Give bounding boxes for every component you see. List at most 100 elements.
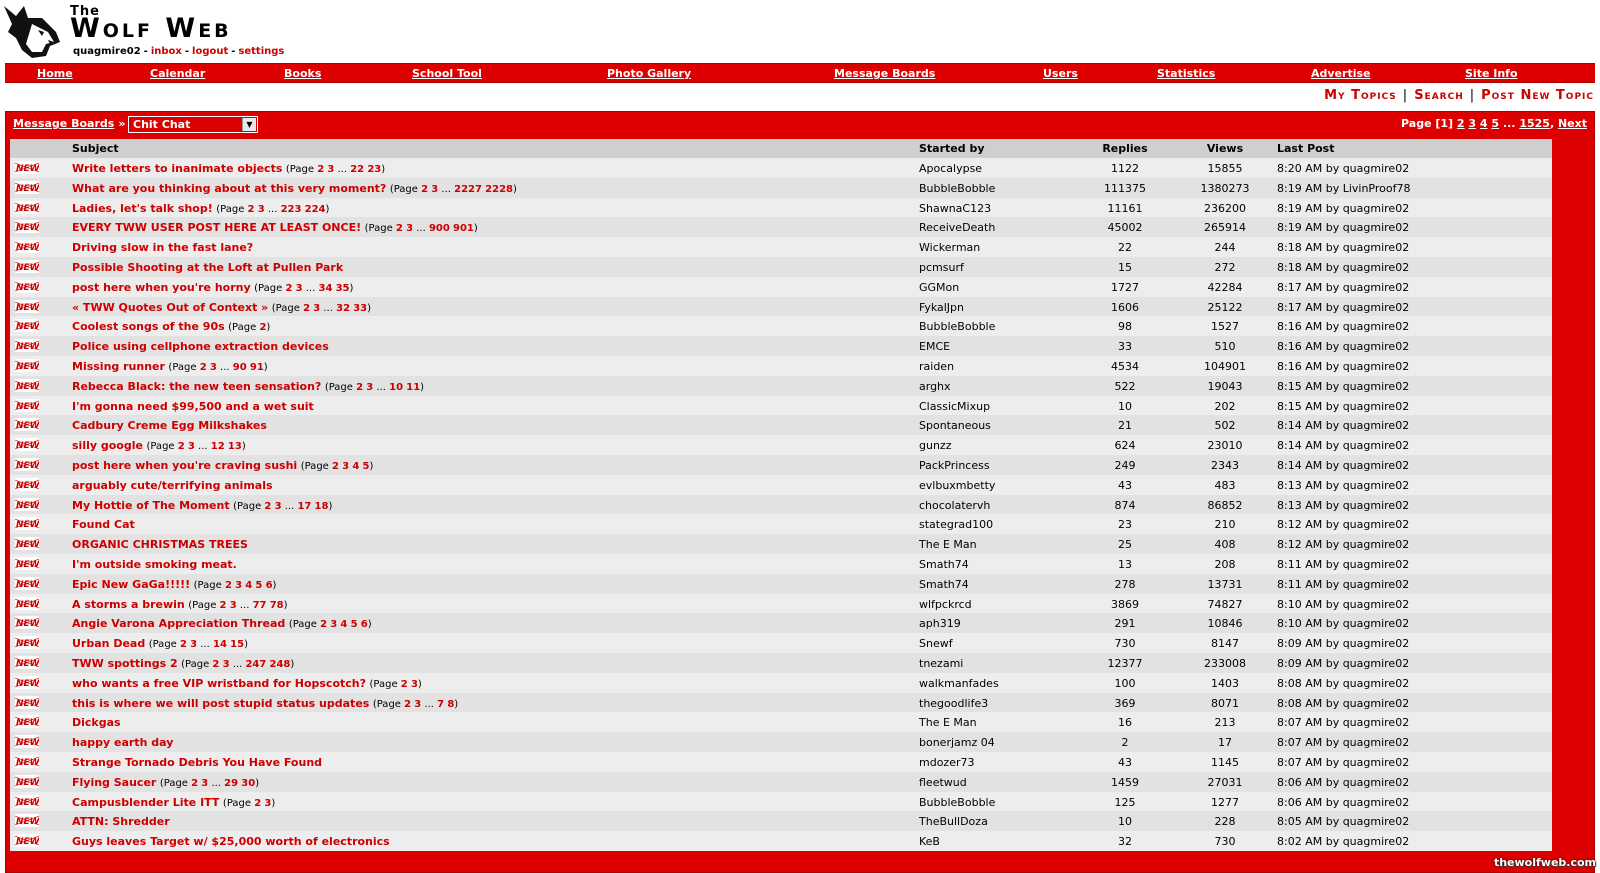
- topic-starter[interactable]: mdozer73: [919, 756, 975, 769]
- nav-advertise[interactable]: Advertise: [1311, 67, 1370, 80]
- topic-pages[interactable]: (Page 2 3 ... 17 18): [233, 501, 332, 512]
- topic-starter[interactable]: ReceiveDeath: [919, 221, 995, 234]
- chevron-down-icon[interactable]: ▼: [242, 118, 256, 131]
- topic-link[interactable]: Urban Dead: [72, 637, 145, 650]
- site-title[interactable]: Wolf Web: [70, 13, 232, 44]
- col-last-post[interactable]: Last Post: [1277, 142, 1335, 155]
- topic-link[interactable]: Flying Saucer: [72, 776, 156, 789]
- topic-last-post[interactable]: 8:19 AM by quagmire02: [1277, 202, 1409, 215]
- topic-starter[interactable]: EMCE: [919, 340, 950, 353]
- topic-last-post[interactable]: 8:07 AM by quagmire02: [1277, 716, 1409, 729]
- topic-starter[interactable]: BubbleBobble: [919, 182, 995, 195]
- topic-link[interactable]: What are you thinking about at this very…: [72, 182, 386, 195]
- nav-books[interactable]: Books: [284, 67, 321, 80]
- topic-starter[interactable]: BubbleBobble: [919, 796, 995, 809]
- topic-starter[interactable]: pcmsurf: [919, 261, 964, 274]
- board-select[interactable]: Chit Chat ▼: [128, 116, 258, 133]
- topic-link[interactable]: Police using cellphone extraction device…: [72, 340, 329, 353]
- page-link[interactable]: 5: [1491, 117, 1499, 130]
- topic-last-post[interactable]: 8:08 AM by quagmire02: [1277, 697, 1409, 710]
- topic-last-post[interactable]: 8:09 AM by quagmire02: [1277, 657, 1409, 670]
- col-subject[interactable]: Subject: [72, 142, 119, 155]
- topic-link[interactable]: Possible Shooting at the Loft at Pullen …: [72, 261, 343, 274]
- topic-last-post[interactable]: 8:19 AM by quagmire02: [1277, 221, 1409, 234]
- topic-link[interactable]: post here when you're horny: [72, 281, 251, 294]
- topic-link[interactable]: Dickgas: [72, 716, 121, 729]
- topic-pages[interactable]: (Page 2 3 ... 223 224): [216, 204, 329, 215]
- topic-last-post[interactable]: 8:14 AM by quagmire02: [1277, 439, 1409, 452]
- topic-link[interactable]: Coolest songs of the 90s: [72, 320, 225, 333]
- topic-last-post[interactable]: 8:19 AM by LivinProof78: [1277, 182, 1410, 195]
- topic-last-post[interactable]: 8:17 AM by quagmire02: [1277, 301, 1409, 314]
- topic-pages[interactable]: (Page 2 3 4 5): [301, 461, 374, 472]
- topic-last-post[interactable]: 8:18 AM by quagmire02: [1277, 261, 1409, 274]
- topic-starter[interactable]: Spontaneous: [919, 419, 991, 432]
- topic-starter[interactable]: arghx: [919, 380, 951, 393]
- inbox-link[interactable]: inbox: [151, 46, 182, 57]
- logout-link[interactable]: logout: [192, 46, 228, 57]
- topic-last-post[interactable]: 8:13 AM by quagmire02: [1277, 499, 1409, 512]
- topic-last-post[interactable]: 8:10 AM by quagmire02: [1277, 617, 1409, 630]
- col-started-by[interactable]: Started by: [919, 142, 985, 155]
- topic-starter[interactable]: Apocalypse: [919, 162, 982, 175]
- topic-link[interactable]: Epic New GaGa!!!!!: [72, 578, 190, 591]
- nav-message-boards[interactable]: Message Boards: [834, 67, 935, 80]
- topic-link[interactable]: I'm outside smoking meat.: [72, 558, 237, 571]
- topic-link[interactable]: Rebecca Black: the new teen sensation?: [72, 380, 321, 393]
- topic-pages[interactable]: (Page 2 3 ... 32 33): [272, 303, 371, 314]
- topic-last-post[interactable]: 8:18 AM by quagmire02: [1277, 241, 1409, 254]
- topic-link[interactable]: « TWW Quotes Out of Context »: [72, 301, 268, 314]
- topic-link[interactable]: post here when you're craving sushi: [72, 459, 297, 472]
- topic-starter[interactable]: tnezami: [919, 657, 963, 670]
- topic-starter[interactable]: Wickerman: [919, 241, 980, 254]
- topic-starter[interactable]: PackPrincess: [919, 459, 990, 472]
- col-views[interactable]: Views: [1180, 142, 1270, 155]
- topic-pages[interactable]: (Page 2 3 ... 7 8): [373, 699, 458, 710]
- topic-last-post[interactable]: 8:02 AM by quagmire02: [1277, 835, 1409, 848]
- topic-last-post[interactable]: 8:16 AM by quagmire02: [1277, 360, 1409, 373]
- topic-last-post[interactable]: 8:11 AM by quagmire02: [1277, 578, 1409, 591]
- topic-link[interactable]: Campusblender Lite ITT: [72, 796, 219, 809]
- topic-starter[interactable]: BubbleBobble: [919, 320, 995, 333]
- topic-link[interactable]: Found Cat: [72, 518, 135, 531]
- topic-starter[interactable]: FykalJpn: [919, 301, 964, 314]
- nav-home[interactable]: Home: [37, 67, 73, 80]
- topic-starter[interactable]: aph319: [919, 617, 961, 630]
- topic-link[interactable]: A storms a brewin: [72, 598, 185, 611]
- topic-starter[interactable]: bonerjamz 04: [919, 736, 995, 749]
- topic-pages[interactable]: (Page 2 3): [370, 679, 422, 690]
- topic-last-post[interactable]: 8:15 AM by quagmire02: [1277, 400, 1409, 413]
- topic-last-post[interactable]: 8:07 AM by quagmire02: [1277, 736, 1409, 749]
- topic-link[interactable]: Strange Tornado Debris You Have Found: [72, 756, 322, 769]
- topic-last-post[interactable]: 8:17 AM by quagmire02: [1277, 281, 1409, 294]
- topic-pages[interactable]: (Page 2 3 ... 77 78): [188, 600, 287, 611]
- topic-last-post[interactable]: 8:06 AM by quagmire02: [1277, 796, 1409, 809]
- topic-starter[interactable]: GGMon: [919, 281, 959, 294]
- topic-starter[interactable]: ClassicMixup: [919, 400, 990, 413]
- topic-link[interactable]: arguably cute/terrifying animals: [72, 479, 273, 492]
- topic-pages[interactable]: (Page 2): [228, 322, 270, 333]
- topic-last-post[interactable]: 8:08 AM by quagmire02: [1277, 677, 1409, 690]
- page-link[interactable]: 3: [1468, 117, 1476, 130]
- topic-last-post[interactable]: 8:07 AM by quagmire02: [1277, 756, 1409, 769]
- topic-starter[interactable]: ShawnaC123: [919, 202, 991, 215]
- post-new-topic-link[interactable]: Post New Topic: [1481, 88, 1594, 103]
- topic-pages[interactable]: (Page 2 3 ... 10 11): [325, 382, 424, 393]
- last-page-link[interactable]: 1525: [1519, 117, 1550, 130]
- page-link[interactable]: 2: [1457, 117, 1465, 130]
- nav-users[interactable]: Users: [1043, 67, 1078, 80]
- topic-last-post[interactable]: 8:13 AM by quagmire02: [1277, 479, 1409, 492]
- topic-link[interactable]: this is where we will post stupid status…: [72, 697, 369, 710]
- topic-starter[interactable]: walkmanfades: [919, 677, 999, 690]
- topic-last-post[interactable]: 8:16 AM by quagmire02: [1277, 340, 1409, 353]
- topic-starter[interactable]: Snewf: [919, 637, 953, 650]
- topic-last-post[interactable]: 8:09 AM by quagmire02: [1277, 637, 1409, 650]
- topic-link[interactable]: Missing runner: [72, 360, 165, 373]
- settings-link[interactable]: settings: [238, 46, 284, 57]
- topic-last-post[interactable]: 8:14 AM by quagmire02: [1277, 419, 1409, 432]
- topic-link[interactable]: Write letters to inanimate objects: [72, 162, 282, 175]
- topic-last-post[interactable]: 8:12 AM by quagmire02: [1277, 538, 1409, 551]
- topic-pages[interactable]: (Page 2 3 4 5 6): [289, 619, 372, 630]
- wolf-logo-icon[interactable]: [2, 2, 62, 60]
- topic-link[interactable]: TWW spottings 2: [72, 657, 178, 670]
